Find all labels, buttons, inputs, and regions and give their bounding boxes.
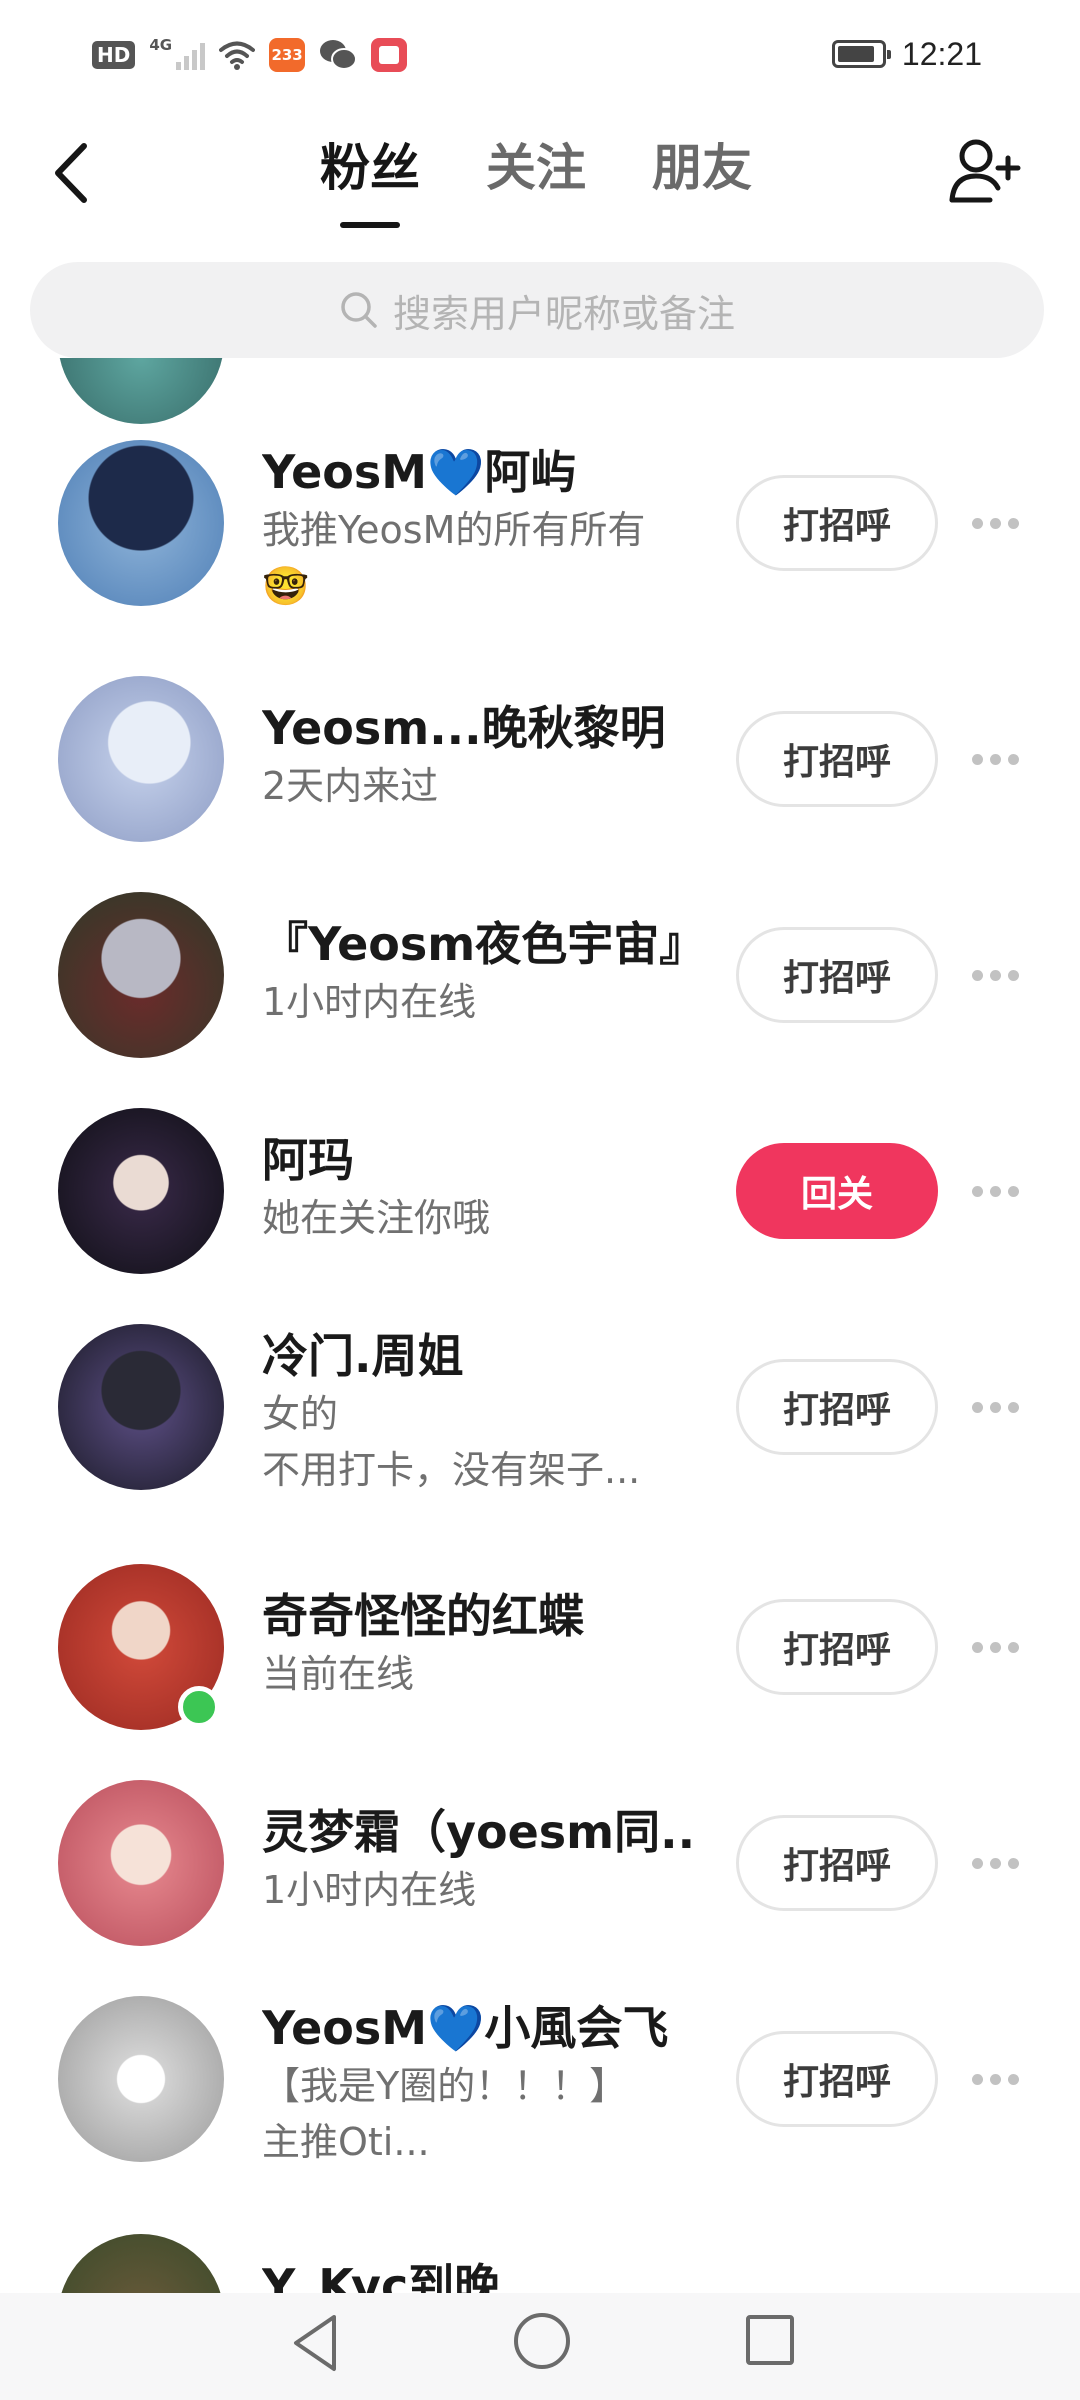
more-icon[interactable] — [972, 1853, 1028, 1873]
tab-bar: 粉丝 关注 朋友 — [320, 138, 752, 228]
contact-name: Yeosm...晚秋黎明 — [262, 701, 666, 755]
nav-recents-icon[interactable] — [746, 2315, 794, 2365]
hd-icon: HD — [92, 41, 136, 69]
list-item[interactable]: YeosM💙小風会飞 【我是Y圈的！！！】 主推Oti... 打招呼 — [0, 1996, 1080, 2196]
wifi-icon — [219, 41, 256, 70]
greet-button[interactable]: 打招呼 — [736, 1359, 938, 1455]
tab-following[interactable]: 关注 — [486, 138, 586, 228]
signal-icon — [176, 40, 206, 70]
list-item[interactable]: 阿玛 她在关注你哦 回关 — [0, 1108, 1080, 1308]
more-icon[interactable] — [972, 1397, 1028, 1417]
search-placeholder: 搜索用户昵称或备注 — [392, 291, 735, 336]
contact-status: 2天内来过 — [262, 764, 439, 808]
contact-name: 冷门.周姐 — [262, 1329, 464, 1383]
contact-bio-line2: 不用打卡，没有架子... — [262, 1448, 641, 1492]
online-indicator — [178, 1686, 220, 1728]
greet-button[interactable]: 打招呼 — [736, 711, 938, 807]
greet-button[interactable]: 打招呼 — [736, 475, 938, 571]
search-icon — [341, 292, 377, 328]
contact-name: 灵梦霜（yoesm同... — [262, 1805, 692, 1859]
greet-button[interactable]: 打招呼 — [736, 927, 938, 1023]
battery-icon — [831, 40, 891, 68]
tab-friends[interactable]: 朋友 — [652, 138, 752, 228]
avatar[interactable] — [58, 1108, 224, 1274]
nav-back-icon[interactable] — [286, 2311, 346, 2375]
avatar[interactable] — [58, 892, 224, 1058]
contact-bio: 【我是Y圈的！！！】 — [262, 2064, 628, 2108]
contact-bio: 女的 — [262, 1392, 339, 1436]
wechat-icon — [320, 40, 358, 70]
list-item[interactable]: YeosM💙阿屿 我推YeosM的所有所有 🤓 打招呼 — [0, 440, 1080, 640]
app-233-icon: 233 — [269, 38, 306, 72]
greet-button[interactable]: 打招呼 — [736, 1599, 938, 1695]
status-bar: HD 4G 233 12:21 — [0, 0, 1080, 110]
more-icon[interactable] — [972, 1637, 1028, 1657]
contact-name: 『Yeosm夜色宇宙』 — [262, 917, 692, 971]
avatar[interactable] — [58, 1996, 224, 2162]
status-icons-left: HD 4G 233 — [92, 36, 408, 74]
contact-bio-line2: 主推Oti... — [262, 2120, 430, 2164]
contact-status: 1小时内在线 — [262, 980, 477, 1024]
clock: 12:21 — [901, 35, 982, 72]
contact-name: 奇奇怪怪的红蝶 — [262, 1589, 584, 1643]
list-item[interactable]: 冷门.周姐 女的 不用打卡，没有架子... 打招呼 — [0, 1324, 1080, 1524]
follower-list: YeosM💙阿屿 我推YeosM的所有所有 🤓 打招呼 Yeosm...晚秋黎明… — [0, 358, 1080, 2293]
contact-status: 1小时内在线 — [262, 1868, 477, 1912]
back-icon[interactable] — [44, 138, 104, 208]
avatar[interactable] — [58, 2234, 224, 2293]
contact-status: 她在关注你哦 — [262, 1196, 491, 1240]
system-nav-bar — [0, 2293, 1080, 2400]
list-item[interactable]: 奇奇怪怪的红蝶 当前在线 打招呼 — [0, 1564, 1080, 1764]
avatar[interactable] — [58, 358, 224, 424]
avatar[interactable] — [58, 1780, 224, 1946]
contact-name: YeosM💙小風会飞 — [262, 2001, 669, 2055]
list-item[interactable]: Yeosm...晚秋黎明 2天内来过 打招呼 — [0, 676, 1080, 876]
list-item[interactable]: 灵梦霜（yoesm同... 1小时内在线 打招呼 — [0, 1780, 1080, 1980]
status-icons-right: 12:21 — [831, 32, 982, 76]
list-item[interactable]: 『Yeosm夜色宇宙』 1小时内在线 打招呼 — [0, 892, 1080, 1092]
contact-bio-line2: 🤓 — [262, 564, 310, 608]
avatar[interactable] — [58, 440, 224, 606]
network-type: 4G — [149, 36, 173, 54]
greet-button[interactable]: 打招呼 — [736, 2031, 938, 2127]
tab-fans[interactable]: 粉丝 — [320, 138, 420, 228]
more-icon[interactable] — [972, 513, 1028, 533]
follow-back-button[interactable]: 回关 — [736, 1143, 938, 1239]
more-icon[interactable] — [972, 2069, 1028, 2089]
avatar[interactable] — [58, 676, 224, 842]
list-item[interactable]: Y_Kyc到晚 — [0, 2234, 1080, 2293]
search-bar[interactable]: 搜索用户昵称或备注 — [30, 262, 1044, 358]
book-app-icon — [371, 38, 408, 72]
more-icon[interactable] — [972, 749, 1028, 769]
avatar[interactable] — [58, 1324, 224, 1490]
contact-bio: 我推YeosM的所有所有 — [262, 508, 646, 552]
greet-button[interactable]: 打招呼 — [736, 1815, 938, 1911]
header: 粉丝 关注 朋友 — [0, 110, 1080, 240]
contact-name: 阿玛 — [262, 1133, 354, 1187]
more-icon[interactable] — [972, 965, 1028, 985]
nav-home-icon[interactable] — [514, 2313, 570, 2369]
contact-status: 当前在线 — [262, 1652, 415, 1696]
more-icon[interactable] — [972, 1181, 1028, 1201]
add-friend-icon[interactable] — [946, 132, 1026, 212]
contact-name: Y_Kyc到晚 — [262, 2259, 501, 2293]
contact-name: YeosM💙阿屿 — [262, 445, 577, 499]
